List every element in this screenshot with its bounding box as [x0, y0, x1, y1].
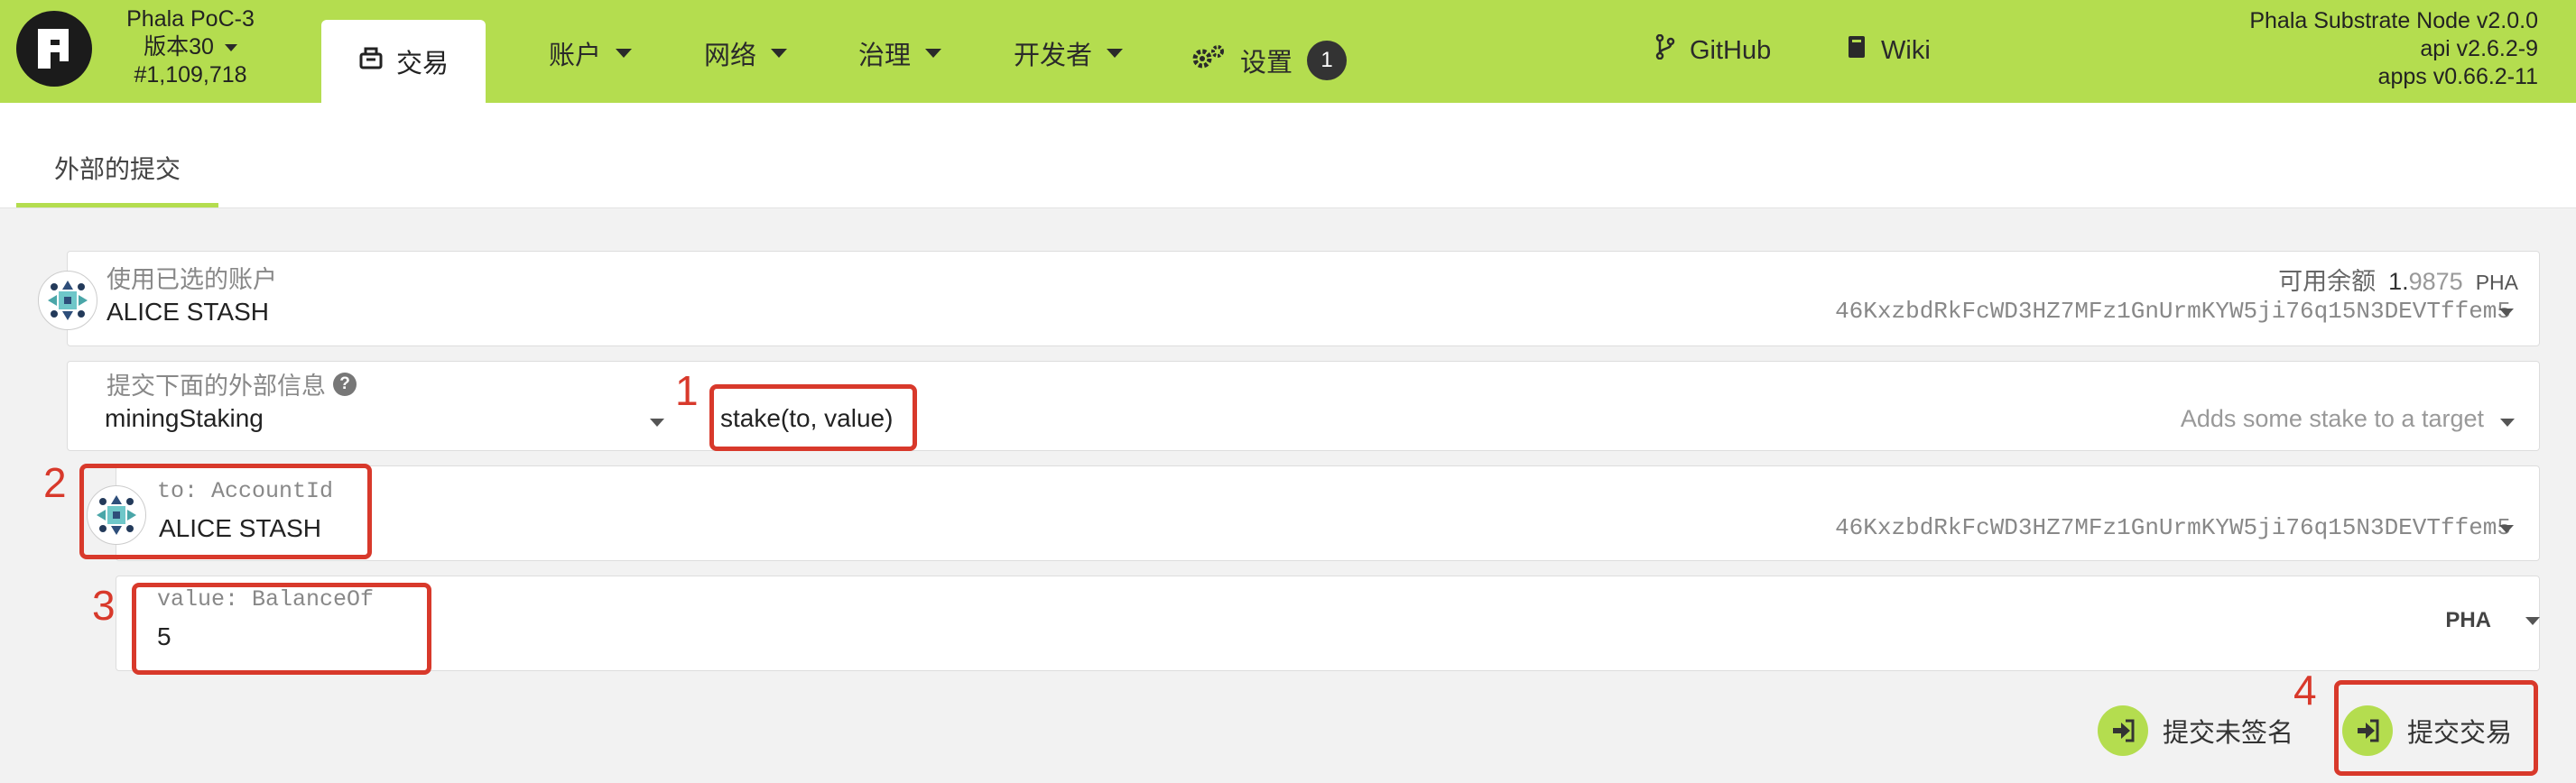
module-dropdown[interactable]: miningStaking: [97, 401, 675, 440]
apps-version: apps v0.66.2-11: [2377, 64, 2538, 89]
extrinsic-icon: [358, 46, 384, 77]
annotation-box-3: [132, 583, 431, 675]
chevron-down-icon: [616, 49, 633, 58]
link-github[interactable]: GitHub: [1655, 33, 1771, 67]
chevron-down-icon[interactable]: [2499, 309, 2514, 317]
submit-unsigned-button[interactable]: 提交未签名: [2098, 705, 2293, 756]
identicon-icon: [43, 276, 92, 325]
chevron-down-icon: [2525, 616, 2540, 625]
param-value-field: [116, 576, 2540, 671]
annotation-number-4: 4: [2293, 667, 2317, 714]
module-value: miningStaking: [105, 404, 264, 432]
annotation-number-1: 1: [675, 367, 699, 414]
tab-submission[interactable]: 外部的提交: [16, 114, 218, 207]
chevron-down-icon: [771, 49, 788, 58]
block-number: #1,109,718: [134, 62, 247, 88]
param-to-address: 46KxzbdRkFcWD3HZ7MFz1GnUrmKYW5ji76q15N3D…: [1835, 514, 2511, 541]
menu-settings[interactable]: 设置 1: [1191, 41, 1348, 80]
tab-extrinsics-label: 交易: [395, 50, 449, 78]
account-avatar: [38, 271, 97, 330]
method-dropdown[interactable]: stake(to, value) Adds some stake to a ta…: [711, 401, 2525, 440]
account-label: 使用已选的账户: [107, 266, 277, 293]
annotation-number-3: 3: [92, 582, 116, 629]
menu-governance[interactable]: 治理: [858, 34, 942, 72]
menu-developer[interactable]: 开发者: [1014, 34, 1124, 72]
node-name: Phala Substrate Node v2.0.0: [2249, 8, 2538, 33]
param-to-selector[interactable]: [116, 465, 2540, 561]
extrinsic-label: 提交下面的外部信息 ?: [107, 366, 357, 401]
chain-version[interactable]: 版本30: [107, 33, 274, 61]
settings-badge: 1: [1307, 41, 1348, 80]
annotation-number-2: 2: [43, 459, 67, 506]
annotation-box-2: [79, 464, 372, 559]
book-icon: [1847, 34, 1867, 67]
chevron-down-icon[interactable]: [2499, 525, 2514, 533]
unit-dropdown[interactable]: PHA: [2445, 608, 2540, 633]
chevron-down-icon: [1107, 49, 1124, 58]
chain-name: Phala PoC-3: [126, 6, 255, 32]
git-branch-icon: [1655, 33, 1675, 67]
chevron-down-icon: [925, 49, 942, 58]
annotation-box-4: [2334, 680, 2538, 776]
menu-network[interactable]: 网络: [704, 34, 788, 72]
account-name: ALICE STASH: [107, 298, 269, 326]
method-description: Adds some stake to a target: [2180, 405, 2484, 432]
chevron-down-icon: [650, 419, 664, 427]
help-icon[interactable]: ?: [333, 372, 357, 396]
gears-icon: [1191, 44, 1226, 77]
account-address: 46KxzbdRkFcWD3HZ7MFz1GnUrmKYW5ji76q15N3D…: [1835, 298, 2511, 325]
phala-logo-icon[interactable]: [16, 11, 92, 87]
tab-extrinsics[interactable]: 交易: [321, 20, 486, 103]
chevron-down-icon: [2500, 419, 2515, 427]
available-balance: 可用余额 1.9875 PHA: [2278, 268, 2518, 295]
sign-in-icon: [2098, 705, 2148, 756]
link-wiki[interactable]: Wiki: [1847, 34, 1931, 67]
api-version: api v2.6.2-9: [2420, 36, 2538, 61]
chevron-down-icon: [224, 43, 237, 51]
annotation-box-1: [709, 384, 917, 451]
chain-info[interactable]: Phala PoC-3 版本30 #1,109,718: [107, 5, 274, 89]
node-info: Phala Substrate Node v2.0.0 api v2.6.2-9…: [2249, 7, 2538, 91]
sub-nav-bar: [0, 103, 2576, 208]
menu-accounts[interactable]: 账户: [549, 34, 633, 72]
